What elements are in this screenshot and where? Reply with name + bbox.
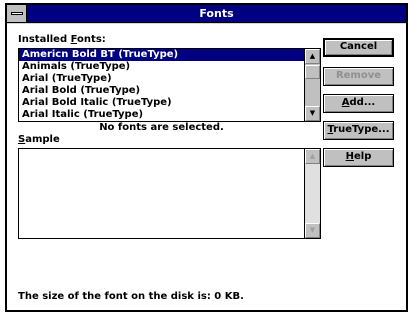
font-list-scrollbar[interactable]: ▲ ▼	[304, 49, 320, 121]
font-list-item[interactable]: Arial (TrueType)	[19, 73, 304, 85]
label-part: onts:	[77, 34, 106, 45]
font-items: Americn Bold BT (TrueType) Animals (True…	[19, 49, 304, 121]
cancel-button[interactable]: Cancel	[323, 38, 394, 57]
sample-scrollbar: ▲ ▼	[304, 149, 320, 238]
scroll-thumb[interactable]	[305, 65, 320, 79]
button-label: rueType...	[333, 124, 390, 135]
access-key: H	[345, 151, 354, 162]
button-label: elp	[354, 151, 372, 162]
scroll-down-arrow-icon[interactable]: ▼	[305, 106, 320, 121]
label-part: Installed	[18, 34, 71, 45]
sample-label: Sample	[18, 134, 60, 146]
system-menu-button[interactable]	[7, 5, 27, 22]
window-title: Fonts	[199, 7, 234, 20]
font-list-item[interactable]: Arial Italic (TrueType)	[19, 109, 304, 121]
truetype-button[interactable]: TrueType...	[323, 121, 394, 140]
remove-button[interactable]: Remove	[323, 67, 394, 86]
font-list-item[interactable]: Arial Bold Italic (TrueType)	[19, 97, 304, 109]
scroll-down-arrow-icon: ▼	[305, 223, 320, 238]
fonts-dialog: Fonts Installed Fonts: Americn Bold BT (…	[5, 3, 408, 312]
font-list-item[interactable]: Americn Bold BT (TrueType)	[19, 49, 304, 61]
scroll-up-arrow-icon: ▲	[305, 149, 320, 164]
font-size-status: The size of the font on the disk is: 0 K…	[18, 291, 244, 302]
dialog-body: Installed Fonts: Americn Bold BT (TrueTy…	[7, 24, 406, 310]
label-part: ample	[25, 134, 60, 145]
installed-fonts-list[interactable]: Americn Bold BT (TrueType) Animals (True…	[18, 48, 321, 122]
help-button[interactable]: Help	[323, 148, 394, 167]
font-list-item[interactable]: Animals (TrueType)	[19, 61, 304, 73]
sample-message: No fonts are selected.	[99, 122, 224, 133]
installed-fonts-label: Installed Fonts:	[18, 34, 106, 46]
access-key: A	[341, 97, 350, 108]
button-label: dd...	[349, 97, 376, 108]
scroll-up-arrow-icon[interactable]: ▲	[305, 49, 320, 64]
sample-preview-box: ▲ ▼	[18, 148, 321, 239]
add-button[interactable]: Add...	[323, 94, 394, 113]
font-list-item[interactable]: Arial Bold (TrueType)	[19, 85, 304, 97]
title-bar: Fonts	[7, 5, 406, 23]
system-menu-icon	[11, 12, 23, 15]
